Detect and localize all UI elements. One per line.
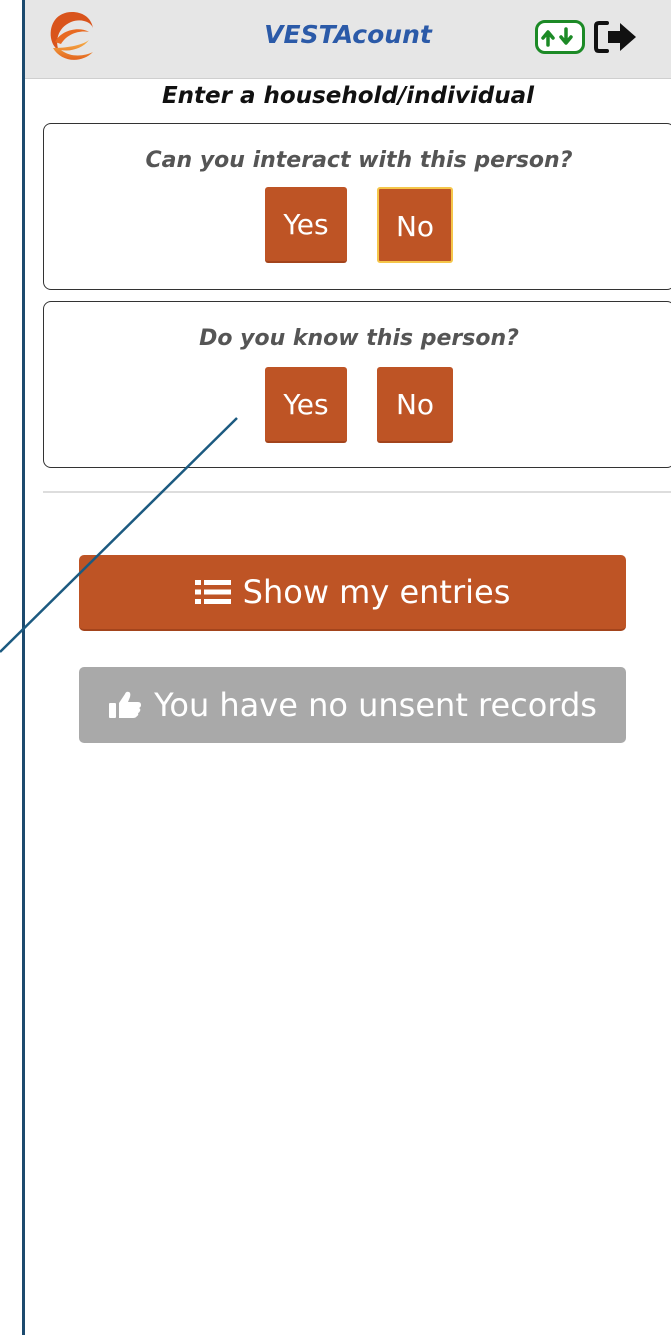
interact-question: Can you interact with this person? <box>145 148 573 173</box>
know-question-card: Do you know this person? Yes No <box>43 301 671 468</box>
page-title: Enter a household/individual <box>161 83 535 109</box>
unsent-records-label: You have no unsent records <box>154 686 597 724</box>
list-icon <box>194 580 231 604</box>
left-border-rule <box>22 0 25 1335</box>
app-header: VESTAcount <box>25 0 671 79</box>
show-entries-label: Show my entries <box>242 573 511 611</box>
thumbs-up-icon <box>109 691 142 718</box>
logout-arrow-icon[interactable] <box>593 19 639 55</box>
section-divider <box>43 491 671 493</box>
interact-yes-button[interactable]: Yes <box>265 187 347 263</box>
interact-question-card: Can you interact with this person? Yes N… <box>43 123 671 290</box>
unsent-records-button[interactable]: You have no unsent records <box>79 667 626 743</box>
show-entries-button[interactable]: Show my entries <box>79 555 626 631</box>
know-yes-button[interactable]: Yes <box>265 367 347 443</box>
interact-no-button[interactable]: No <box>377 187 453 263</box>
know-question: Do you know this person? <box>199 326 519 351</box>
know-no-button[interactable]: No <box>377 367 453 443</box>
up-down-arrows-icon[interactable] <box>535 20 585 54</box>
app-frame: VESTAcount Enter a household/individual … <box>0 0 671 1335</box>
